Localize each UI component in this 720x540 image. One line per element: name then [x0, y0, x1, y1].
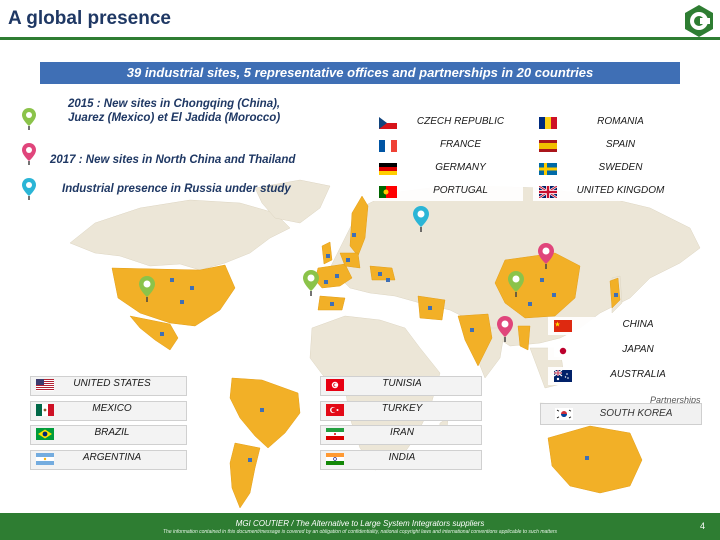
- title-divider: [0, 37, 720, 40]
- flag-icon-mx: [36, 404, 54, 416]
- footer-confidentiality: The information contained in this docume…: [162, 529, 558, 535]
- flag-icon-in: [326, 453, 344, 465]
- country-row: CZECH REPUBLIC: [373, 114, 523, 132]
- country-name: JAPAN: [622, 344, 654, 355]
- flag-icon-fr: [379, 140, 397, 152]
- flag-icon-tn: [326, 379, 344, 391]
- pin-russia-icon: [22, 178, 36, 200]
- flag-icon-cn: [554, 320, 572, 332]
- note-2015: 2015 : New sites in Chongqing (China), J…: [68, 98, 281, 124]
- country-name: ROMANIA: [597, 116, 644, 127]
- partnership-country: SOUTH KOREA: [599, 408, 673, 419]
- flag-icon-gb: [539, 186, 557, 198]
- country-name: IRAN: [390, 427, 414, 438]
- country-name: CHINA: [622, 319, 654, 330]
- pin-2015-icon: [22, 108, 36, 130]
- country-name: PORTUGAL: [433, 185, 488, 196]
- country-row: UNITED STATES: [30, 376, 187, 396]
- country-row: CHINA: [548, 317, 703, 335]
- company-logo: [684, 4, 714, 38]
- note-russia: Industrial presence in Russia under stud…: [62, 183, 291, 195]
- flag-icon-kr: [555, 408, 573, 420]
- country-name: SWEDEN: [598, 162, 643, 173]
- country-row: ROMANIA: [533, 114, 683, 132]
- flag-icon-pt: [379, 186, 397, 198]
- pin-chongqing-icon: [508, 271, 524, 297]
- country-row: MEXICO: [30, 401, 187, 421]
- page-number: 4: [700, 521, 706, 531]
- pin-el-jadida-icon: [303, 270, 319, 296]
- flag-icon-jp: [554, 345, 572, 357]
- country-row: ARGENTINA: [30, 450, 187, 470]
- flag-icon-es: [539, 140, 557, 152]
- country-row: SPAIN: [533, 137, 683, 155]
- flag-icon-tr: [326, 404, 344, 416]
- country-name: ARGENTINA: [82, 452, 142, 463]
- country-name: UNITED STATES: [73, 378, 151, 389]
- note-2017: 2017 : New sites in North China and Thai…: [50, 154, 296, 166]
- country-name: FRANCE: [439, 139, 482, 150]
- country-name: UNITED KINGDOM: [576, 185, 665, 196]
- country-name: BRAZIL: [94, 427, 130, 438]
- flag-icon-de: [379, 163, 397, 175]
- country-row: SWEDEN: [533, 160, 683, 178]
- flag-icon-us: [36, 379, 54, 391]
- flag-icon-br: [36, 428, 54, 440]
- flag-icon-ar: [36, 453, 54, 465]
- country-row: JAPAN: [548, 342, 703, 360]
- country-row: BRAZIL: [30, 425, 187, 445]
- country-row: FRANCE: [373, 137, 523, 155]
- flag-icon-au: [554, 370, 572, 382]
- flag-icon-ir: [326, 428, 344, 440]
- pin-north-china-icon: [538, 243, 554, 269]
- country-name: INDIA: [388, 452, 416, 463]
- summary-banner: 39 industrial sites, 5 representative of…: [40, 62, 680, 84]
- country-name: CZECH REPUBLIC: [416, 116, 505, 127]
- country-row: TURKEY: [320, 401, 482, 421]
- country-row: UNITED KINGDOM: [533, 183, 683, 201]
- country-row: INDIA: [320, 450, 482, 470]
- country-name: GERMANY: [435, 162, 486, 173]
- page-title: A global presence: [8, 8, 171, 29]
- footer-company-line: MGI COUTIER / The Alternative to Large S…: [235, 519, 485, 528]
- country-name: TURKEY: [381, 403, 423, 414]
- country-name: MEXICO: [92, 403, 132, 414]
- pin-thailand-icon: [497, 316, 513, 342]
- partnership-box: SOUTH KOREA: [540, 403, 702, 425]
- country-row: IRAN: [320, 425, 482, 445]
- country-row: TUNISIA: [320, 376, 482, 396]
- pin-2017-icon: [22, 143, 36, 165]
- country-name: SPAIN: [605, 139, 636, 150]
- flag-icon-ro: [539, 117, 557, 129]
- country-row: PORTUGAL: [373, 183, 523, 201]
- country-row: GERMANY: [373, 160, 523, 178]
- country-name: AUSTRALIA: [610, 369, 666, 380]
- flag-icon-se: [539, 163, 557, 175]
- country-name: TUNISIA: [382, 378, 422, 389]
- flag-icon-cz: [379, 117, 397, 129]
- pin-juarez-icon: [139, 276, 155, 302]
- pin-russia-map-icon: [413, 206, 429, 232]
- country-row: AUSTRALIA: [548, 367, 703, 385]
